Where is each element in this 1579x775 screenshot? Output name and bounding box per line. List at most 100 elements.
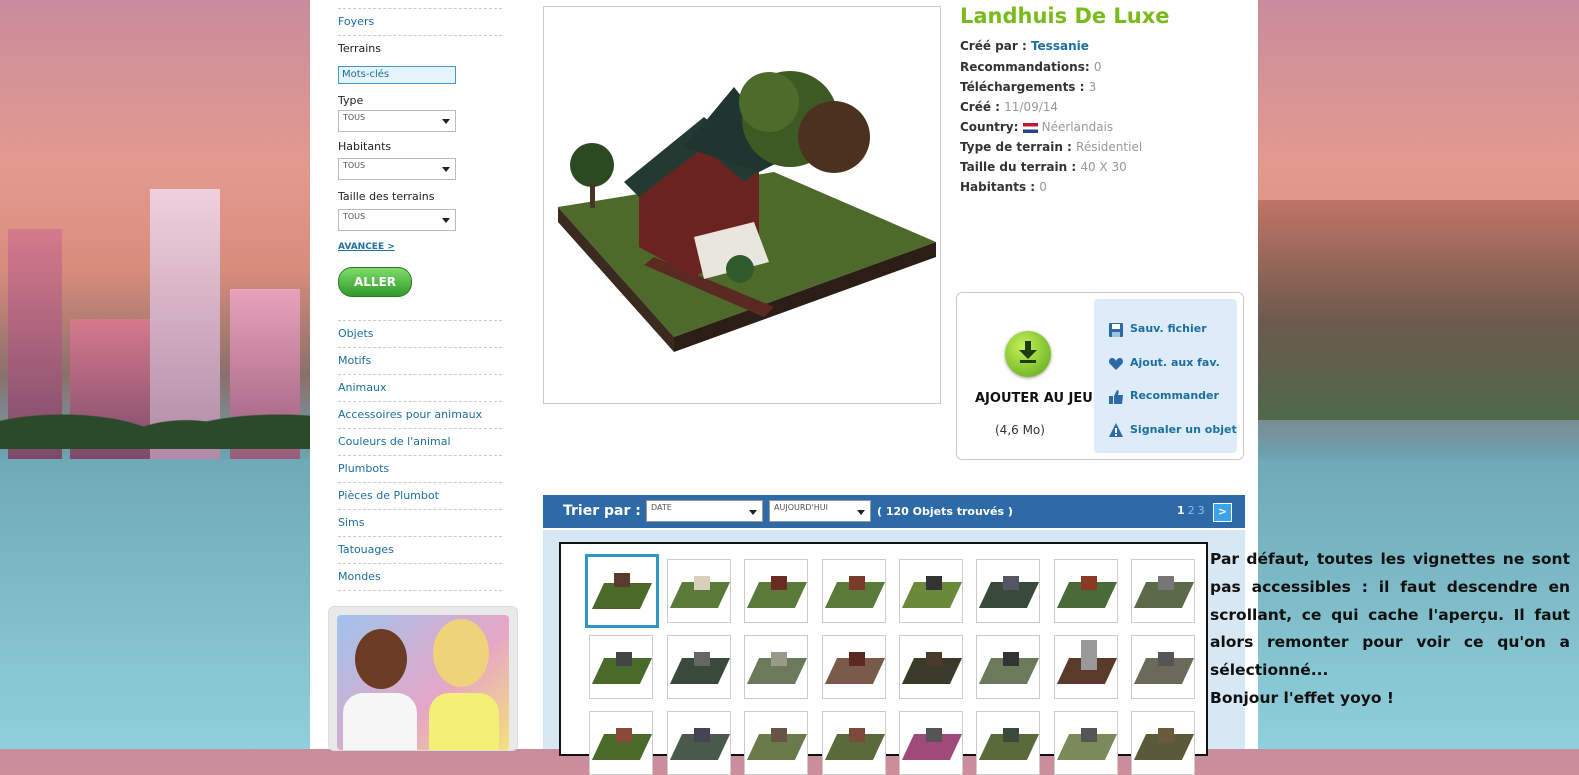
divider [338,374,502,375]
sidebar-item-accessoires[interactable]: Accessoires pour animaux [338,408,482,421]
add-to-favorites-button[interactable]: Ajout. aux fav. [1130,356,1220,369]
go-button[interactable]: ALLER [338,267,412,297]
thumbnail[interactable] [899,711,963,775]
thumbnail[interactable] [667,635,731,699]
results-count: ( 120 Objets trouvés ) [877,505,1013,518]
filter-habitants-label: Habitants [338,140,392,153]
thumbnail[interactable] [976,711,1040,775]
lot-preview-image [543,6,941,404]
thumbnail[interactable] [744,559,808,623]
info-downloads-value: 3 [1088,80,1097,94]
download-icon[interactable] [1005,331,1051,377]
thumbnail[interactable] [589,711,653,775]
info-lot-type: Type de terrain : Résidentiel [960,140,1142,154]
thumbnail[interactable] [822,635,886,699]
background-scenery-left [0,0,310,749]
next-page-button[interactable]: > [1213,503,1232,522]
annotation-paragraph: Par défaut, toutes les vignettes ne sont… [1210,550,1570,680]
thumbnail[interactable] [976,635,1040,699]
thumbnail-selected[interactable] [585,554,659,628]
page-content: Foyers Terrains Mots-clés Type TOUS Habi… [310,0,1258,775]
period-value: AUJOURD'HUI [774,503,828,512]
filter-habitants-select[interactable]: TOUS [338,158,456,180]
thumbnail[interactable] [1054,635,1118,699]
thumbnail[interactable] [744,711,808,775]
info-lot-size-label: Taille du terrain : [960,160,1077,174]
creator-link[interactable]: Tessanie [1031,39,1089,53]
chevron-down-icon [442,167,450,172]
thumbnail[interactable] [667,711,731,775]
heart-icon [1108,358,1124,370]
annotation-exclamation: Bonjour l'effet yoyo ! [1210,688,1394,707]
divider [338,509,502,510]
save-file-button[interactable]: Sauv. fichier [1130,322,1207,335]
page-link-1[interactable]: 1 [1177,504,1185,517]
chevron-down-icon [442,119,450,124]
sidebar-item-sims[interactable]: Sims [338,516,365,529]
divider [338,455,502,456]
thumbnail[interactable] [899,559,963,623]
info-created-value: 11/09/14 [1004,100,1059,114]
add-to-game-button[interactable]: AJOUTER AU JEU [975,391,1095,406]
thumbnail[interactable] [899,635,963,699]
thumbnail[interactable] [976,559,1040,623]
netherlands-flag-icon [1022,122,1038,133]
divider [338,401,502,402]
thumbnail[interactable] [1131,711,1195,775]
info-created: Créé : 11/09/14 [960,100,1058,114]
sidebar-item-foyers[interactable]: Foyers [338,15,374,28]
chevron-down-icon [749,510,757,515]
chevron-down-icon [857,510,865,515]
thumbnail[interactable] [589,635,653,699]
download-box: AJOUTER AU JEU (4,6 Mo) Sauv. fichier Aj… [956,292,1244,460]
sidebar-item-motifs[interactable]: Motifs [338,354,371,367]
sidebar-item-couleurs[interactable]: Couleurs de l'animal [338,435,451,448]
thumbnail[interactable] [822,711,886,775]
sidebar-item-animaux[interactable]: Animaux [338,381,387,394]
page-link-2[interactable]: 2 [1188,504,1195,517]
info-creator-label: Créé par : [960,39,1027,53]
info-recommendations-value: 0 [1093,60,1102,74]
filter-type-select[interactable]: TOUS [338,110,456,132]
recommend-button[interactable]: Recommander [1130,389,1219,402]
thumbnail[interactable] [822,559,886,623]
info-lot-size-value: 40 X 30 [1080,160,1127,174]
thumbs-up-icon [1109,390,1123,404]
keywords-input[interactable]: Mots-clés [338,66,456,84]
divider [338,590,502,591]
thumbnail-grid [559,542,1208,775]
thumbnail[interactable] [744,635,808,699]
thumbnail[interactable] [1054,559,1118,623]
info-lot-type-value: Résidentiel [1076,140,1143,154]
thumbnail[interactable] [667,559,731,623]
info-created-label: Créé : [960,100,1000,114]
warning-icon [1109,423,1123,437]
period-select[interactable]: AUJOURD'HUI [769,500,871,522]
info-recommendations: Recommandations: 0 [960,60,1101,74]
sidebar-section-terrains[interactable]: Terrains [338,42,381,55]
divider [338,8,502,9]
sidebar-item-plumbots[interactable]: Plumbots [338,462,389,475]
annotation-text: Par défaut, toutes les vignettes ne sont… [1210,546,1570,713]
report-item-button[interactable]: Signaler un objet [1130,423,1237,436]
filter-type-value: TOUS [343,113,366,122]
info-residents-value: 0 [1039,180,1047,194]
sidebar-item-objets[interactable]: Objets [338,327,374,340]
sidebar-item-mondes[interactable]: Mondes [338,570,381,583]
promo-banner[interactable] [328,606,518,751]
thumbnail[interactable] [1131,635,1195,699]
filter-size-select[interactable]: TOUS [338,209,456,231]
divider [338,536,502,537]
info-country-label: Country: [960,120,1019,134]
info-recommendations-label: Recommandations: [960,60,1090,74]
info-residents-label: Habitants : [960,180,1036,194]
thumbnail[interactable] [1054,711,1118,775]
pagination: 123 [1177,504,1208,517]
sort-by-select[interactable]: DATE [646,500,763,522]
advanced-search-link[interactable]: AVANCEE > [338,242,395,252]
sidebar-item-pieces-plumbot[interactable]: Pièces de Plumbot [338,489,439,502]
thumbnail[interactable] [1131,559,1195,623]
sidebar-item-tatouages[interactable]: Tatouages [338,543,394,556]
chevron-down-icon [442,218,450,223]
page-link-3[interactable]: 3 [1198,504,1205,517]
